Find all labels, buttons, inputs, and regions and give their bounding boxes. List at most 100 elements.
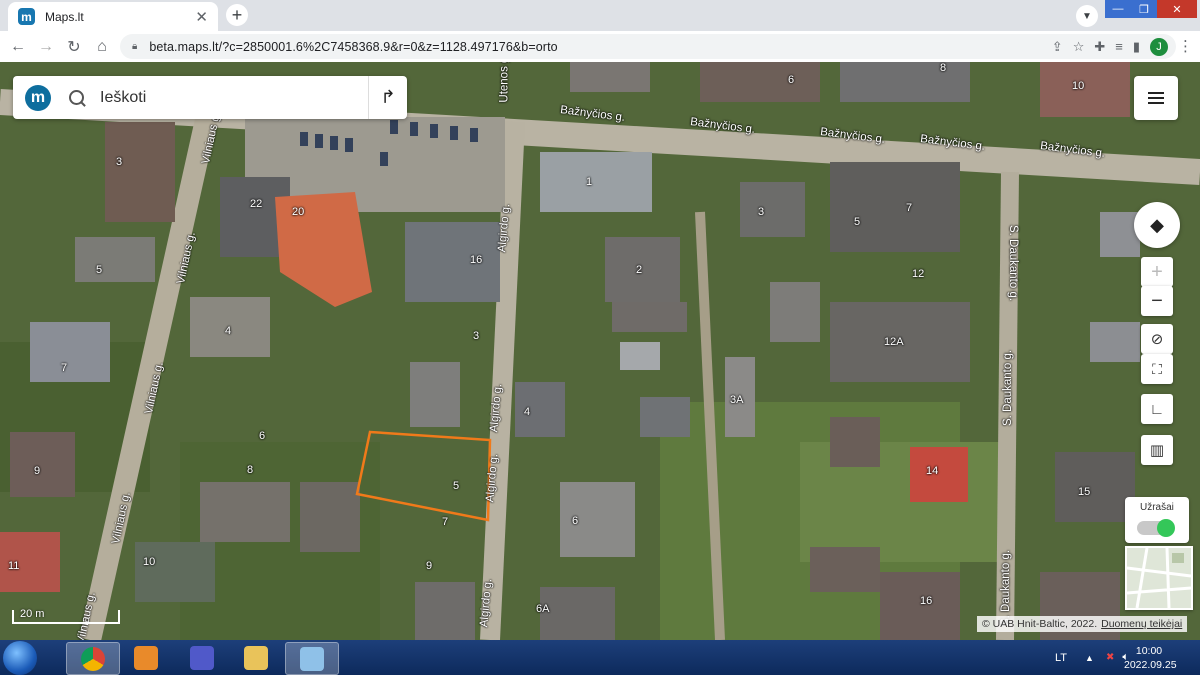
zoom-in-button[interactable]: + [1141,257,1173,287]
address-bar[interactable]: 🔒︎ beta.maps.lt/?c=2850001.6%2C7458368.9… [120,34,1176,59]
map-viewport[interactable]: Bažnyčios g. Bažnyčios g. Bažnyčios g. B… [0,62,1200,640]
house-number: 9 [426,560,433,572]
browser-toolbar: ← → ↻ ⌂ 🔒︎ beta.maps.lt/?c=2850001.6%2C7… [0,31,1200,63]
share-icon[interactable]: ⇪ [1052,39,1063,55]
forward-arrow-icon[interactable]: → [34,35,58,59]
house-number: 22 [250,198,263,210]
house-number: 8 [247,464,254,476]
house-number: 7 [61,362,68,374]
house-number: 7 [442,516,449,528]
house-number: 5 [453,480,460,492]
taskbar-teams[interactable] [176,642,228,673]
compass-button[interactable]: ◆ [1134,202,1180,248]
house-number: 6 [259,430,266,442]
clock[interactable]: 10:00 2022.09.25 [1124,644,1177,672]
taskbar: LT ▲ ✖ 🔈︎ 10:00 2022.09.25 [0,640,1200,675]
house-number: 5 [96,264,103,276]
locate-crosshair-icon: ⊘ [1150,331,1164,348]
labels-toggle-label: Užrašai [1140,502,1174,513]
taskbar-media-player[interactable] [120,642,172,673]
minus-icon: − [1151,289,1163,312]
house-number: 2 [636,264,643,276]
reading-list-icon[interactable]: ≡ [1115,39,1123,54]
maps-logo[interactable]: m [25,84,51,111]
house-number: 12A [884,336,904,348]
locate-button[interactable]: ⊘ [1141,324,1173,354]
home-icon[interactable]: ⌂ [90,35,114,59]
house-number: 5 [854,216,861,228]
map-search-bar: m ↱ [13,76,407,119]
house-number: 11 [8,560,20,572]
house-number: 16 [470,254,483,266]
url-text[interactable]: beta.maps.lt/?c=2850001.6%2C7458368.9&r=… [149,40,1051,54]
map-layers-button[interactable]: ▥ [1141,435,1173,465]
house-number: 14 [926,465,939,477]
maximize-button[interactable]: ❐ [1131,0,1157,18]
taskbar-chrome[interactable] [66,642,120,675]
measure-button[interactable]: ∟ [1141,394,1173,424]
house-number: 16 [920,595,933,607]
clock-time: 10:00 [1135,645,1163,657]
close-icon[interactable]: ✕ [195,8,208,26]
house-number: 6 [572,515,579,527]
folder-icon [244,645,268,670]
profile-avatar[interactable]: J [1150,37,1168,56]
compass-icon: ◆ [1150,214,1164,235]
labels-toggle-panel: Užrašai [1125,497,1189,543]
tab-maps[interactable]: m Maps.lt ✕ [8,2,218,31]
house-number: 10 [1072,80,1085,92]
labels-toggle[interactable] [1137,519,1175,537]
language-indicator[interactable]: LT [1055,652,1067,664]
scale-label: 20 m [20,608,45,620]
house-number-labels: 10 6 8 3 1 3 5 7 22 20 16 2 12 5 4 3 12A… [0,62,1200,640]
house-number: 4 [524,406,531,418]
new-tab-button[interactable]: + [226,4,248,26]
back-arrow-icon[interactable]: ← [6,35,30,59]
fullscreen-button[interactable]: ⛶ [1141,354,1173,384]
window-close-button[interactable]: ✕ [1157,0,1197,18]
house-number: 15 [1078,486,1091,498]
house-number: 3A [730,394,744,406]
ruler-icon: ∟ [1149,400,1165,418]
network-icon[interactable]: ✖ [1106,652,1114,663]
kebab-menu-icon[interactable]: ⋮ [1178,37,1193,55]
chrome-icon [81,646,105,671]
house-number: 12 [912,268,925,280]
directions-button[interactable]: ↱ [368,76,407,119]
house-number: 3 [473,330,480,342]
main-menu-button[interactable] [1134,76,1178,120]
reload-icon[interactable]: ↻ [62,35,86,59]
lock-icon: 🔒︎ [132,41,138,52]
house-number: 7 [906,202,913,214]
basemap-switcher[interactable] [1125,546,1193,610]
tray-expand-icon[interactable]: ▲ [1085,653,1094,663]
zoom-out-button[interactable]: − [1141,286,1173,316]
hamburger-icon [1148,97,1164,99]
data-providers-link[interactable]: Duomenų teikėjai [1101,618,1182,630]
side-panel-icon[interactable]: ▮ [1133,39,1140,55]
plus-icon: + [1151,260,1163,283]
tab-title: Maps.lt [45,9,84,24]
bookmark-star-icon[interactable]: ☆ [1073,39,1085,55]
tab-strip: m Maps.lt ✕ + ▼ — ❐ ✕ [0,0,1200,31]
directions-arrow-icon: ↱ [380,87,396,107]
search-input[interactable] [98,87,362,108]
house-number: 10 [143,556,156,568]
clock-date: 2022.09.25 [1124,659,1177,671]
extensions-icon[interactable]: ✚ [1094,39,1105,55]
start-button[interactable] [3,641,37,675]
fullscreen-icon: ⛶ [1152,360,1162,377]
taskbar-explorer[interactable] [230,642,282,673]
house-number: 6A [536,603,550,615]
tab-search-chevron-icon[interactable]: ▼ [1076,5,1098,27]
media-player-icon [134,645,158,670]
paint-icon [300,646,324,671]
minimize-button[interactable]: — [1105,0,1131,18]
house-number: 20 [292,206,305,218]
house-number: 1 [586,176,593,188]
search-icon [69,90,84,105]
taskbar-paint[interactable] [285,642,339,675]
house-number: 4 [225,325,232,337]
attribution: © UAB Hnit-Baltic, 2022. Duomenų teikėja… [977,616,1188,632]
house-number: 6 [788,74,795,86]
